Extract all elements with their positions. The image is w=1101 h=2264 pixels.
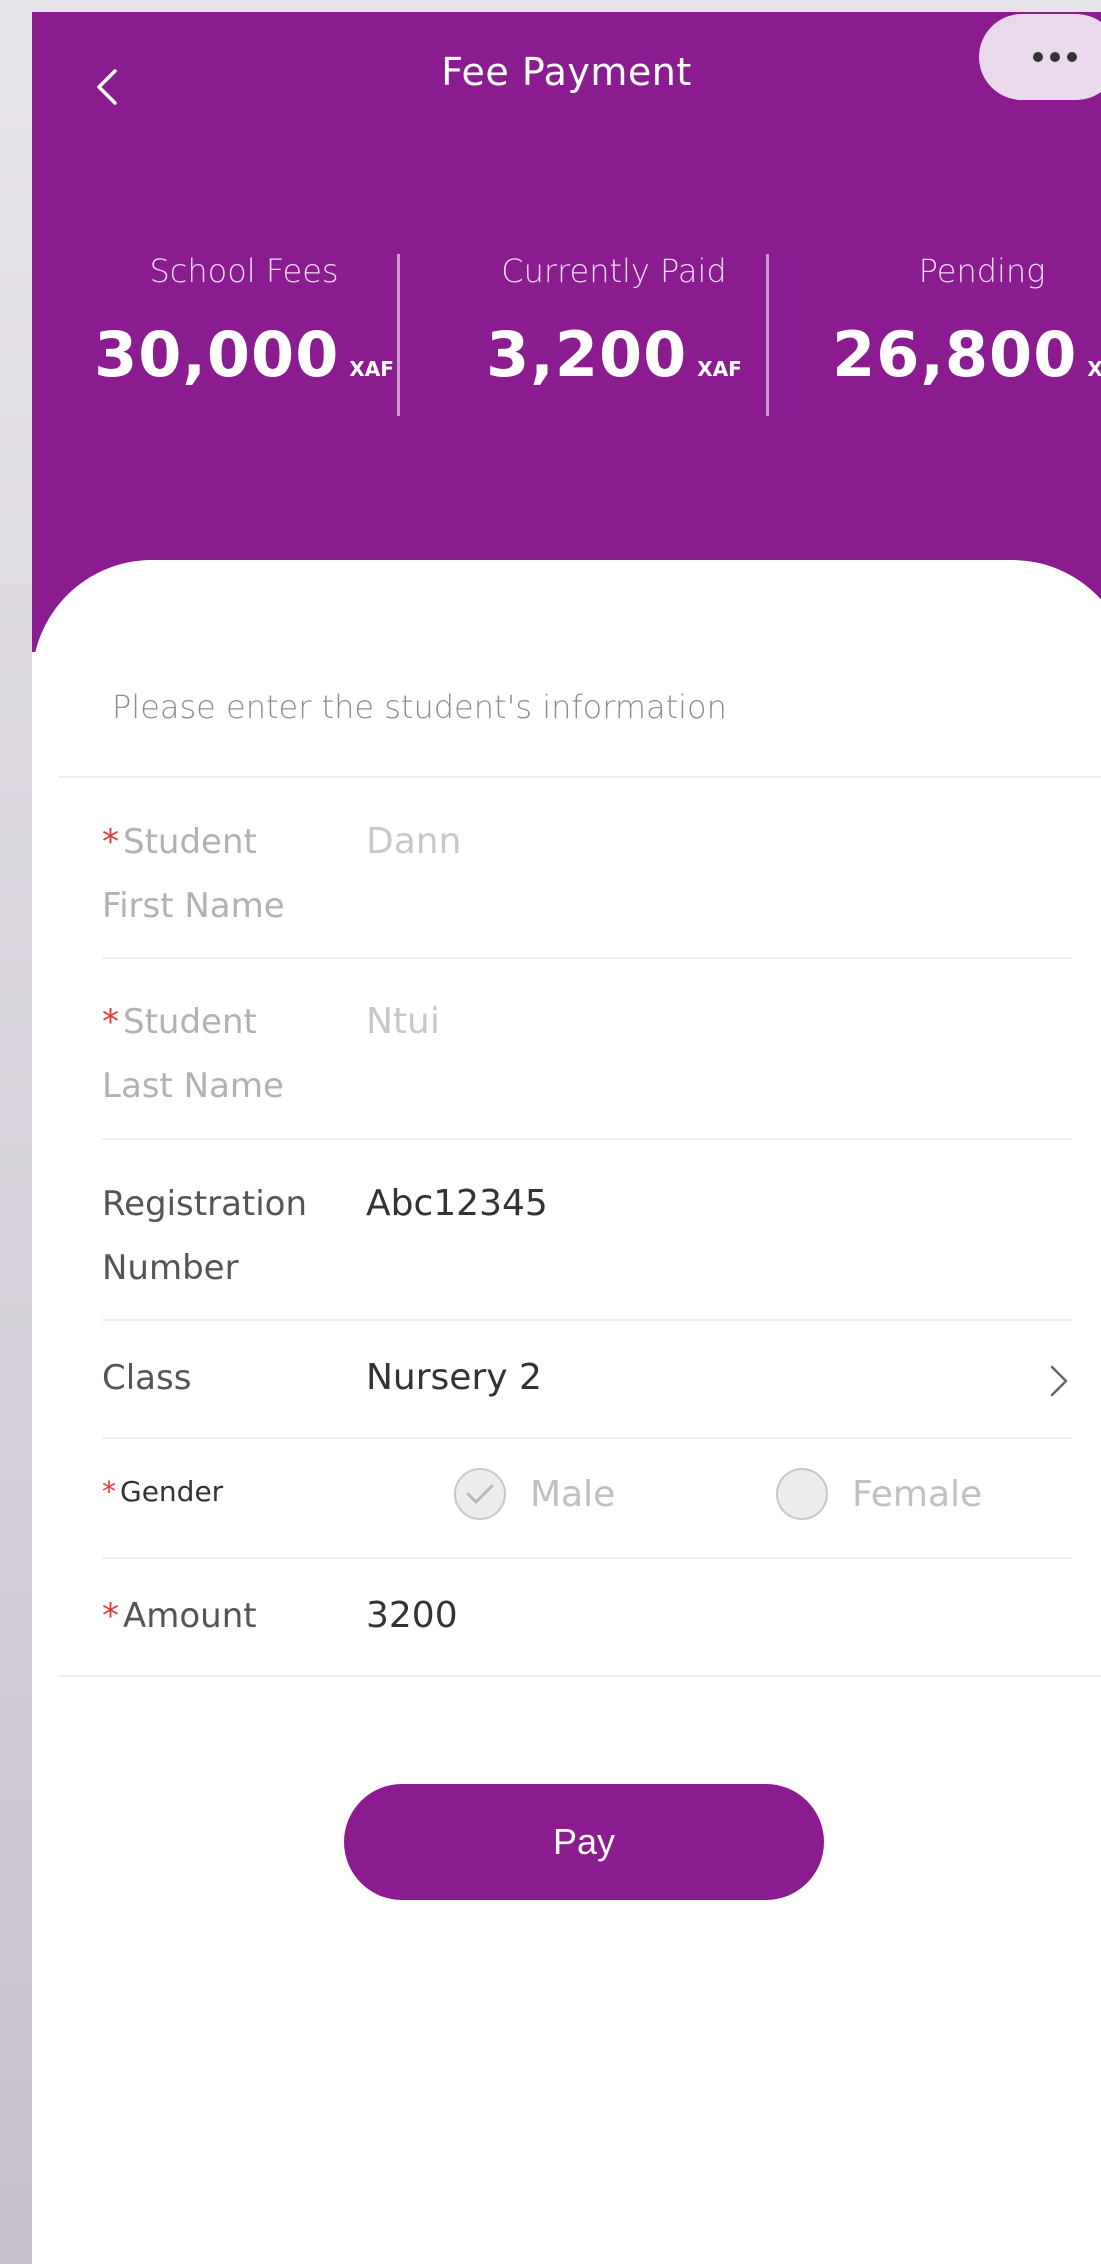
registration-label: Registration Number	[102, 1172, 332, 1300]
divider	[102, 1319, 1072, 1321]
class-row[interactable]: Class Nursery 2	[102, 1346, 1072, 1436]
label-line: Student	[123, 822, 257, 862]
label-line: Last Name	[102, 1066, 284, 1106]
stat-value: 26,800	[832, 318, 1078, 391]
divider	[58, 776, 1101, 778]
amount-label: * Amount	[102, 1584, 332, 1648]
gender-label: * Gender	[102, 1460, 332, 1524]
gender-option-female[interactable]: Female	[776, 1468, 982, 1520]
gender-row: * Gender Male Female	[102, 1456, 1072, 1556]
gender-option-label: Female	[852, 1473, 983, 1515]
stat-school-fees: School Fees 30,000 XAF	[64, 252, 424, 391]
stat-unit: XAF	[697, 357, 742, 381]
stat-pending: Pending 26,800 XAF	[802, 252, 1101, 391]
first-name-row[interactable]: * Student First Name Dann	[102, 810, 1072, 942]
required-mark: *	[102, 822, 119, 862]
divider	[102, 1138, 1072, 1140]
required-mark: *	[102, 1596, 119, 1636]
more-horizontal-icon	[1033, 52, 1043, 62]
last-name-input[interactable]: Ntui	[366, 990, 440, 1054]
label-line: Student	[123, 1002, 257, 1042]
class-label: Class	[102, 1358, 192, 1398]
stat-label: School Fees	[149, 252, 339, 290]
fee-summary: School Fees 30,000 XAF Currently Paid 3,2…	[32, 252, 1101, 432]
last-name-row[interactable]: * Student Last Name Ntui	[102, 990, 1072, 1122]
student-form-card: Please enter the student's information *…	[32, 560, 1101, 2264]
stat-value: 30,000	[94, 318, 340, 391]
radio-unchecked-icon	[776, 1468, 828, 1520]
stat-currently-paid: Currently Paid 3,200 XAF	[434, 252, 794, 391]
stat-divider	[766, 254, 769, 416]
page-title: Fee Payment	[441, 50, 692, 94]
registration-input[interactable]: Abc12345	[366, 1172, 548, 1236]
divider	[102, 1557, 1072, 1559]
class-select[interactable]: Nursery 2	[366, 1346, 542, 1410]
divider	[102, 1437, 1072, 1439]
divider	[102, 957, 1072, 959]
radio-checked-icon	[454, 1468, 506, 1520]
stat-divider	[397, 254, 400, 416]
phone-screen: Fee Payment School Fees 30,000 XAF Curren…	[32, 12, 1101, 2264]
gender-option-male[interactable]: Male	[454, 1468, 615, 1520]
gender-option-label: Male	[530, 1473, 616, 1515]
pay-button[interactable]: Pay	[344, 1784, 824, 1900]
stat-label: Currently Paid	[501, 252, 727, 290]
required-mark: *	[102, 1475, 116, 1508]
required-mark: *	[102, 1002, 119, 1042]
divider	[58, 1675, 1101, 1677]
stat-value: 3,200	[486, 318, 688, 391]
registration-row[interactable]: Registration Number Abc12345	[102, 1172, 1072, 1304]
label-text: Gender	[120, 1475, 224, 1508]
more-dot	[1050, 52, 1060, 62]
stat-value-row: 3,200 XAF	[434, 318, 794, 391]
amount-row[interactable]: * Amount 3200	[102, 1584, 1072, 1674]
label-line: First Name	[102, 886, 285, 926]
stat-unit: XAF	[349, 357, 394, 381]
first-name-label: * Student First Name	[102, 810, 332, 938]
label-text: Amount	[123, 1596, 257, 1636]
stat-label: Pending	[918, 252, 1046, 290]
last-name-label: * Student Last Name	[102, 990, 332, 1118]
label-line: Number	[102, 1248, 239, 1288]
more-dot	[1067, 52, 1077, 62]
amount-input[interactable]: 3200	[366, 1584, 458, 1648]
first-name-input[interactable]: Dann	[366, 810, 461, 874]
form-intro: Please enter the student's information	[112, 688, 727, 726]
header: Fee Payment School Fees 30,000 XAF Curren…	[32, 12, 1101, 652]
stat-unit: XAF	[1087, 357, 1101, 381]
chevron-right-icon	[1050, 1365, 1068, 1397]
more-options-button[interactable]	[979, 14, 1101, 100]
stat-value-row: 26,800 XAF	[802, 318, 1101, 391]
label-line: Registration	[102, 1184, 308, 1224]
stat-value-row: 30,000 XAF	[64, 318, 424, 391]
